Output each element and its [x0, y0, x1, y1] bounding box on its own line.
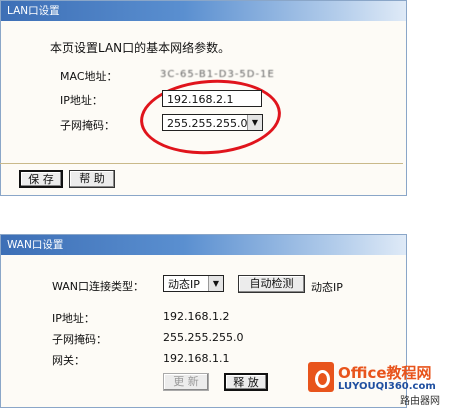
- lan-divider: [0, 163, 403, 164]
- wan-mask-value: 255.255.255.0: [163, 331, 244, 344]
- mac-value: 3C-65-B1-D3-5D-1E: [160, 69, 275, 80]
- watermark-caption: 路由器网: [400, 396, 440, 407]
- watermark: Office教程网 LUYOUQI360.com 路由器网: [304, 356, 463, 409]
- lan-panel-title: LAN口设置: [1, 1, 406, 21]
- lan-ip-input[interactable]: 192.168.2.1: [162, 90, 262, 107]
- mac-label: MAC地址：: [60, 70, 118, 83]
- wan-mask-label: 子网掩码：: [52, 333, 107, 346]
- wan-ip-label: IP地址：: [52, 312, 95, 325]
- chevron-down-icon[interactable]: ▼: [247, 115, 262, 130]
- help-button[interactable]: 帮 助: [69, 170, 115, 188]
- gateway-value: 192.168.1.1: [163, 352, 230, 365]
- save-button[interactable]: 保 存: [19, 170, 63, 188]
- wan-type-current: 动态IP: [311, 281, 343, 294]
- wan-ip-value: 192.168.1.2: [163, 310, 230, 323]
- mask-label: 子网掩码：: [60, 119, 115, 132]
- ip-label: IP地址：: [60, 94, 103, 107]
- lan-mask-select[interactable]: 255.255.255.0 ▼: [162, 114, 263, 131]
- watermark-domain: LUYOUQI360.com: [338, 381, 436, 392]
- refresh-button[interactable]: 更 新: [163, 373, 209, 391]
- auto-detect-button[interactable]: 自动检测: [238, 275, 305, 293]
- gateway-label: 网关：: [52, 354, 85, 367]
- wan-panel-title: WAN口设置: [1, 235, 406, 255]
- wan-type-select[interactable]: 动态IP ▼: [163, 275, 224, 292]
- release-button[interactable]: 释 放: [224, 373, 268, 391]
- office-logo-icon: [308, 362, 334, 392]
- watermark-brand: Office教程网: [338, 364, 432, 382]
- lan-mask-value: 255.255.255.0: [167, 117, 248, 130]
- chevron-down-icon[interactable]: ▼: [208, 276, 223, 291]
- wan-type-label: WAN口连接类型：: [52, 280, 145, 293]
- wan-type-value: 动态IP: [168, 278, 200, 291]
- lan-description: 本页设置LAN口的基本网络参数。: [50, 41, 231, 55]
